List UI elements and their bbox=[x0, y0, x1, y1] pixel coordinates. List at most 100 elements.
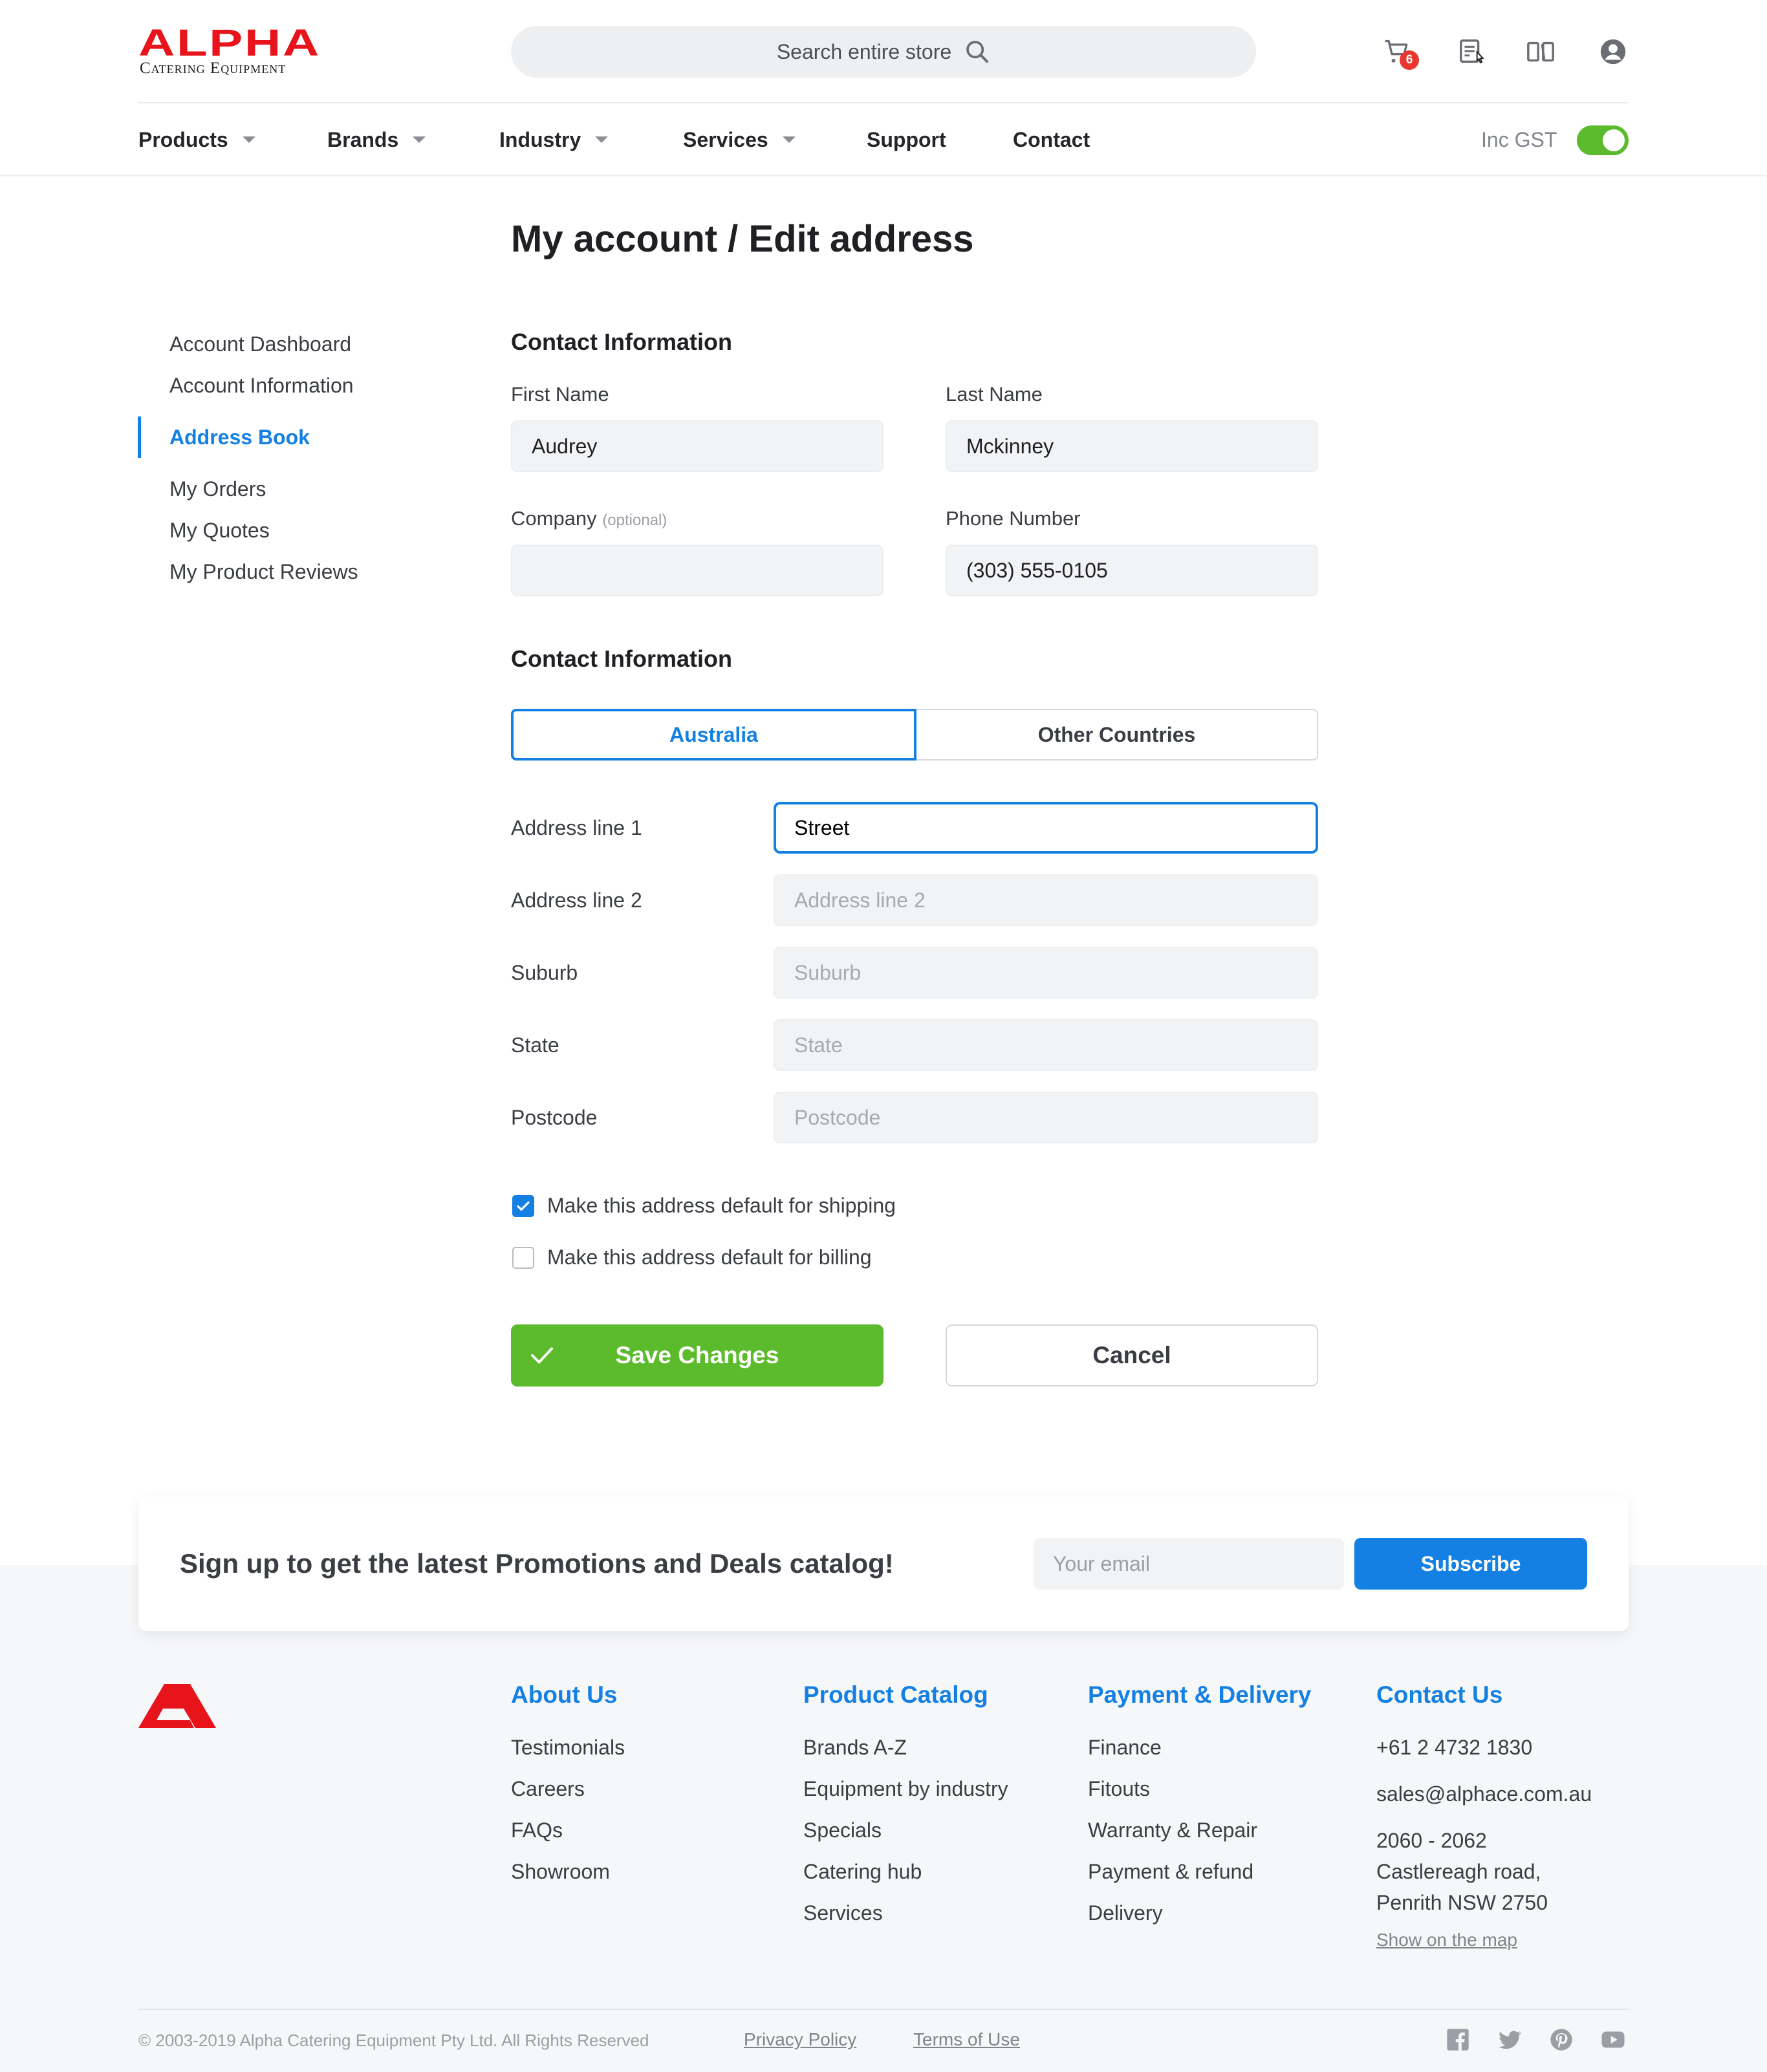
company-label-text: Company bbox=[511, 507, 597, 530]
footer-email[interactable]: sales@alphace.com.au bbox=[1376, 1782, 1592, 1806]
cart-button[interactable]: 6 bbox=[1382, 36, 1419, 70]
nav-industry-label: Industry bbox=[499, 127, 581, 151]
show-on-map-link[interactable]: Show on the map bbox=[1376, 1930, 1517, 1950]
phone-field[interactable]: (303) 555-0105 bbox=[946, 545, 1318, 596]
facebook-icon[interactable] bbox=[1445, 2027, 1471, 2053]
footer-catalog-heading: Product Catalog bbox=[803, 1681, 988, 1708]
search-input[interactable]: Search entire store bbox=[777, 40, 951, 64]
postcode-field[interactable]: Postcode bbox=[774, 1092, 1318, 1143]
nav-services[interactable]: Services bbox=[683, 127, 796, 153]
pinterest-icon[interactable] bbox=[1548, 2027, 1574, 2053]
address-line-2-label: Address line 2 bbox=[511, 889, 642, 912]
sidebar-item-account-information[interactable]: Account Information bbox=[169, 371, 354, 400]
footer-link-brands-az[interactable]: Brands A-Z bbox=[803, 1736, 907, 1760]
nav-support[interactable]: Support bbox=[867, 127, 946, 153]
sidebar-item-my-product-reviews[interactable]: My Product Reviews bbox=[169, 557, 358, 586]
nav-contact[interactable]: Contact bbox=[1013, 127, 1090, 153]
nav-industry[interactable]: Industry bbox=[499, 127, 609, 153]
sidebar-item-my-orders[interactable]: My Orders bbox=[169, 475, 266, 503]
brand-logo[interactable]: ALPHA bbox=[138, 26, 322, 58]
nav-services-label: Services bbox=[683, 127, 768, 151]
default-shipping-label: Make this address default for shipping bbox=[547, 1194, 896, 1217]
quote-icon bbox=[1460, 39, 1484, 64]
footer-link-testimonials[interactable]: Testimonials bbox=[511, 1736, 625, 1760]
twitter-icon[interactable] bbox=[1497, 2027, 1523, 2053]
contact-section-heading: Contact Information bbox=[511, 329, 732, 355]
sidebar-item-address-book[interactable]: Address Book bbox=[169, 423, 310, 451]
nav-products[interactable]: Products bbox=[138, 127, 255, 153]
first-name-field[interactable]: Audrey bbox=[511, 420, 884, 472]
footer-link-specials[interactable]: Specials bbox=[803, 1818, 882, 1842]
suburb-label: Suburb bbox=[511, 961, 578, 984]
terms-of-use-link[interactable]: Terms of Use bbox=[913, 2029, 1020, 2050]
toggle-knob bbox=[1603, 129, 1625, 151]
suburb-placeholder: Suburb bbox=[794, 960, 862, 984]
state-label: State bbox=[511, 1033, 559, 1057]
footer-contact-heading: Contact Us bbox=[1376, 1681, 1503, 1708]
sidebar-item-my-quotes[interactable]: My Quotes bbox=[169, 516, 270, 545]
address-section-heading: Contact Information bbox=[511, 645, 732, 672]
footer-divider bbox=[138, 2009, 1629, 2010]
default-billing-option[interactable]: Make this address default for billing bbox=[512, 1246, 872, 1269]
company-field[interactable] bbox=[511, 545, 884, 596]
chevron-down-icon bbox=[782, 136, 796, 143]
signup-email-input[interactable]: Your email bbox=[1034, 1538, 1344, 1590]
tab-other-countries[interactable]: Other Countries bbox=[916, 709, 1318, 761]
footer-address-line-3: Penrith NSW 2750 bbox=[1376, 1891, 1548, 1914]
phone-label: Phone Number bbox=[946, 507, 1081, 530]
cart-count-badge: 6 bbox=[1400, 50, 1419, 70]
footer-link-showroom[interactable]: Showroom bbox=[511, 1860, 610, 1884]
gst-label: Inc GST bbox=[1481, 128, 1557, 151]
state-field[interactable]: State bbox=[774, 1019, 1318, 1071]
account-button[interactable] bbox=[1598, 36, 1629, 67]
postcode-placeholder: Postcode bbox=[794, 1105, 881, 1129]
postcode-label: Postcode bbox=[511, 1106, 598, 1129]
footer-link-warranty-repair[interactable]: Warranty & Repair bbox=[1088, 1818, 1257, 1842]
gst-toggle[interactable] bbox=[1577, 125, 1629, 155]
subscribe-button[interactable]: Subscribe bbox=[1354, 1538, 1587, 1590]
state-placeholder: State bbox=[794, 1033, 843, 1057]
footer-link-delivery[interactable]: Delivery bbox=[1088, 1901, 1163, 1925]
checkmark-icon bbox=[517, 1201, 530, 1211]
search-bar[interactable]: Search entire store bbox=[511, 26, 1256, 78]
footer-link-catering-hub[interactable]: Catering hub bbox=[803, 1860, 922, 1884]
save-changes-label: Save Changes bbox=[615, 1342, 779, 1368]
sidebar-active-indicator bbox=[138, 416, 141, 458]
footer-link-fitouts[interactable]: Fitouts bbox=[1088, 1777, 1150, 1801]
default-billing-checkbox[interactable] bbox=[512, 1246, 534, 1269]
address-line-2-field[interactable]: Address line 2 bbox=[774, 874, 1318, 926]
chevron-down-icon bbox=[413, 136, 426, 143]
privacy-policy-link[interactable]: Privacy Policy bbox=[744, 2029, 856, 2050]
sidebar-item-account-dashboard[interactable]: Account Dashboard bbox=[169, 330, 351, 358]
cancel-button[interactable]: Cancel bbox=[946, 1324, 1318, 1387]
footer-link-finance[interactable]: Finance bbox=[1088, 1736, 1162, 1760]
footer-link-payment-refund[interactable]: Payment & refund bbox=[1088, 1860, 1253, 1884]
newsletter-signup: Sign up to get the latest Promotions and… bbox=[138, 1496, 1629, 1631]
compare-button[interactable] bbox=[1525, 36, 1556, 67]
default-shipping-checkbox[interactable] bbox=[512, 1194, 534, 1217]
suburb-field[interactable]: Suburb bbox=[774, 947, 1318, 998]
user-icon bbox=[1600, 39, 1626, 65]
footer-phone[interactable]: +61 2 4732 1830 bbox=[1376, 1736, 1532, 1760]
nav-brands-label: Brands bbox=[327, 127, 399, 151]
tab-australia[interactable]: Australia bbox=[511, 709, 916, 761]
last-name-field[interactable]: Mckinney bbox=[946, 420, 1318, 472]
logo-subtitle: Catering Equipment bbox=[140, 59, 287, 77]
quote-button[interactable] bbox=[1457, 36, 1488, 67]
footer-link-careers[interactable]: Careers bbox=[511, 1777, 585, 1801]
footer-logo-icon[interactable] bbox=[138, 1684, 216, 1728]
address-line-1-label: Address line 1 bbox=[511, 816, 642, 839]
nav-brands[interactable]: Brands bbox=[327, 127, 426, 153]
search-icon[interactable] bbox=[964, 39, 990, 65]
footer-link-faqs[interactable]: FAQs bbox=[511, 1818, 563, 1842]
youtube-icon[interactable] bbox=[1600, 2027, 1626, 2053]
footer-link-equipment-by-industry[interactable]: Equipment by industry bbox=[803, 1777, 1008, 1801]
address-line-1-field[interactable]: Street bbox=[774, 802, 1318, 854]
default-shipping-option[interactable]: Make this address default for shipping bbox=[512, 1194, 896, 1218]
footer-address-line-2: Castlereagh road, bbox=[1376, 1860, 1541, 1883]
save-changes-button[interactable]: Save Changes bbox=[511, 1324, 884, 1387]
signup-text: Sign up to get the latest Promotions and… bbox=[180, 1548, 894, 1579]
header-divider bbox=[138, 102, 1629, 103]
footer-link-services[interactable]: Services bbox=[803, 1901, 883, 1925]
footer-about-heading: About Us bbox=[511, 1681, 618, 1708]
